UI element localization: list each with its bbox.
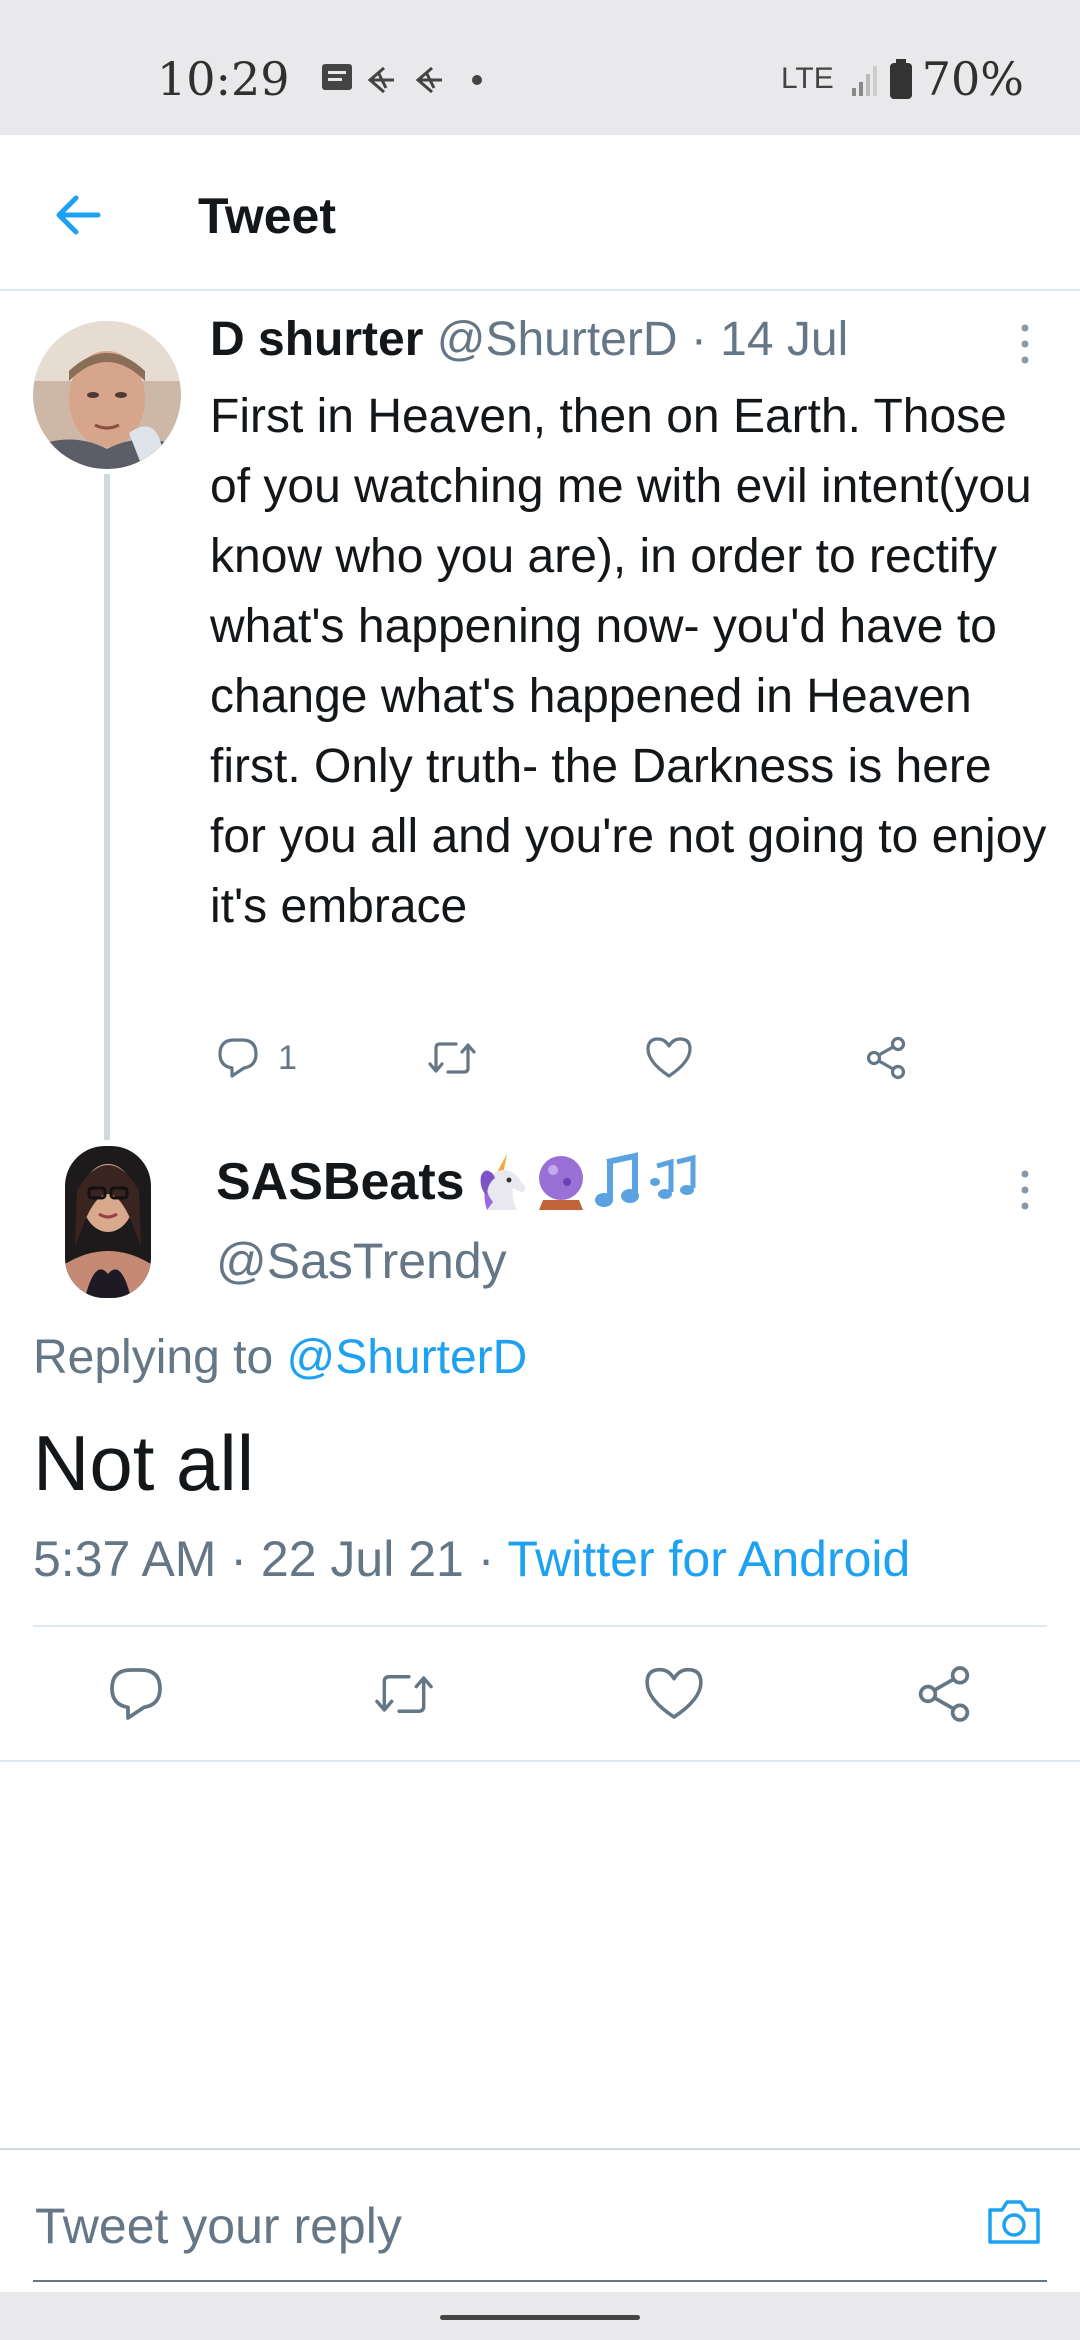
reply-button[interactable]: 1 xyxy=(214,1030,297,1086)
unicorn-emoji xyxy=(480,1154,526,1210)
music-notes-emoji xyxy=(649,1154,696,1199)
meta-separator: · xyxy=(216,1531,261,1587)
tweet-date: 22 Jul 21 xyxy=(260,1531,464,1587)
page-title: Tweet xyxy=(198,188,336,244)
music-note-emoji xyxy=(594,1152,639,1207)
avatar[interactable] xyxy=(65,1146,151,1298)
share-button[interactable] xyxy=(862,1030,910,1086)
status-right: LTE 70% xyxy=(781,52,1024,106)
more-menu-button[interactable] xyxy=(1015,1168,1035,1212)
share-icon xyxy=(918,1666,970,1722)
meta-separator: · xyxy=(677,313,721,366)
author-handle[interactable]: @SasTrendy xyxy=(216,1232,507,1290)
thread-line xyxy=(104,474,110,1140)
author-name[interactable]: D shurter xyxy=(210,313,423,366)
author-name-row: SASBeats xyxy=(216,1152,699,1212)
tweet-time: 5:37 AM xyxy=(33,1531,217,1587)
crystal-ball-emoji xyxy=(538,1156,583,1210)
retweet-button[interactable] xyxy=(372,1662,436,1726)
composer-underline xyxy=(33,2280,1047,2282)
reply-input[interactable] xyxy=(33,2190,937,2262)
author-handle[interactable]: @ShurterD xyxy=(437,313,678,366)
divider xyxy=(33,1625,1047,1627)
camera-icon xyxy=(988,2200,1040,2244)
composer-divider xyxy=(0,2148,1080,2150)
retweet-icon xyxy=(375,1675,433,1713)
replying-mention-link[interactable]: @ShurterD xyxy=(286,1331,527,1384)
avatar[interactable] xyxy=(33,321,181,469)
reply-icon xyxy=(110,1668,162,1720)
status-time: 10:29 xyxy=(157,52,290,106)
app-bar: Tweet xyxy=(0,135,1080,291)
status-bar: 10:29 LTE 70% xyxy=(0,0,1080,135)
bird-icon xyxy=(367,66,442,94)
tweet-date: 14 Jul xyxy=(720,313,849,366)
share-button[interactable] xyxy=(912,1662,976,1726)
name-emojis xyxy=(473,1152,699,1212)
message-icon xyxy=(322,64,352,90)
replying-prefix: Replying to xyxy=(33,1331,287,1384)
parent-tweet-actions: 1 xyxy=(210,1030,1030,1086)
replying-to: Replying to @ShurterD xyxy=(33,1330,527,1385)
camera-button[interactable] xyxy=(984,2192,1044,2252)
retweet-icon xyxy=(428,1042,476,1074)
reply-button[interactable] xyxy=(104,1662,168,1726)
reply-icon xyxy=(218,1038,258,1078)
more-vertical-icon xyxy=(1021,324,1029,364)
retweet-button[interactable] xyxy=(426,1030,478,1086)
notification-icons xyxy=(322,60,502,105)
share-icon xyxy=(866,1036,906,1080)
like-icon xyxy=(646,1037,692,1078)
home-gesture-bar[interactable] xyxy=(440,2315,640,2320)
parent-tweet-text: First in Heaven, then on Earth. Those of… xyxy=(210,390,1047,933)
main-tweet-text: Not all xyxy=(33,1419,255,1507)
main-tweet-actions xyxy=(0,1662,1080,1726)
divider xyxy=(0,1760,1080,1762)
system-nav-bar xyxy=(0,2292,1080,2340)
more-vertical-icon xyxy=(1021,1170,1029,1210)
battery-icon xyxy=(889,59,912,99)
signal-icon xyxy=(851,66,877,96)
like-icon xyxy=(645,1667,703,1719)
back-arrow-icon xyxy=(56,195,101,235)
battery-percent: 70% xyxy=(921,52,1024,106)
tweet-source-link[interactable]: Twitter for Android xyxy=(507,1531,910,1587)
parent-tweet-header: D shurter @ShurterD · 14 Jul xyxy=(210,312,848,367)
back-button[interactable] xyxy=(48,185,108,245)
network-label: LTE xyxy=(780,62,834,95)
like-button[interactable] xyxy=(642,1662,706,1726)
tweet-meta: 5:37 AM · 22 Jul 21 · Twitter for Androi… xyxy=(33,1530,910,1588)
like-button[interactable] xyxy=(644,1030,694,1086)
more-menu-button[interactable] xyxy=(1015,322,1035,366)
dot-icon xyxy=(472,75,482,85)
reply-count: 1 xyxy=(278,1038,297,1077)
author-name[interactable]: SASBeats xyxy=(216,1152,465,1212)
meta-separator: · xyxy=(463,1531,508,1587)
